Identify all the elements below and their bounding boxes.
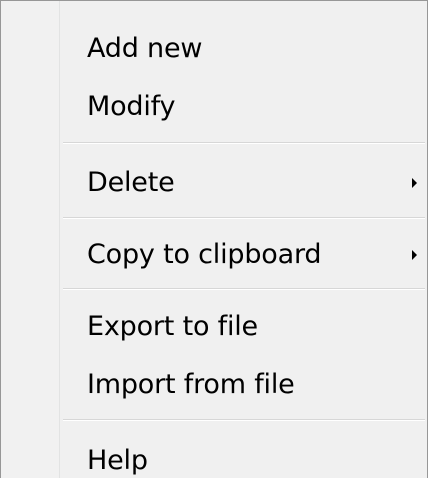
menu-separator xyxy=(63,142,425,144)
menu-item-export-to-file[interactable]: Export to file xyxy=(1,299,427,355)
menu-item-label: Export to file xyxy=(87,310,258,342)
menu-item-label: Delete xyxy=(87,166,175,198)
menu-item-modify[interactable]: Modify xyxy=(1,79,427,135)
menu-item-import-from-file[interactable]: Import from file xyxy=(1,357,427,413)
menu-separator xyxy=(63,419,425,421)
chevron-right-icon xyxy=(412,178,417,188)
menu-item-help[interactable]: Help xyxy=(1,433,427,478)
menu-item-copy-to-clipboard[interactable]: Copy to clipboard xyxy=(1,227,427,283)
menu-item-label: Help xyxy=(87,444,148,476)
menu-item-add-new[interactable]: Add new xyxy=(1,21,427,77)
menu-separator xyxy=(63,288,425,290)
menu-item-label: Add new xyxy=(87,32,203,64)
menu-item-label: Modify xyxy=(87,90,176,122)
chevron-right-icon xyxy=(412,250,417,260)
menu-separator xyxy=(63,217,425,219)
menu-item-delete[interactable]: Delete xyxy=(1,155,427,211)
menu-item-label: Copy to clipboard xyxy=(87,238,322,270)
menu-item-label: Import from file xyxy=(87,368,295,400)
context-menu: Add new Modify Delete Copy to clipboard … xyxy=(0,0,428,478)
